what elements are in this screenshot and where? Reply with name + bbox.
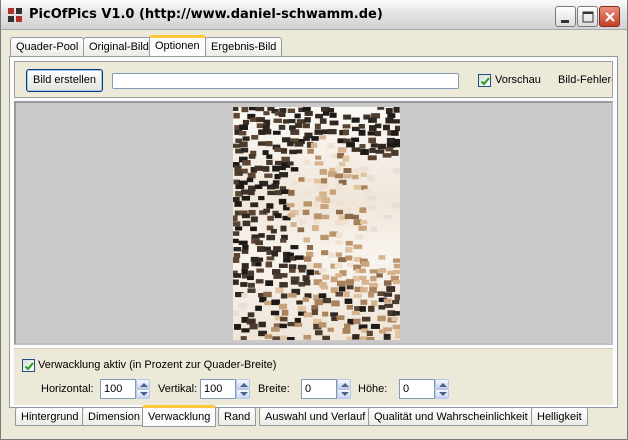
spin-up-button[interactable] — [136, 379, 150, 389]
horizontal-label: Horizontal: — [41, 383, 94, 395]
app-window: PicOfPics V1.0 (http://www.daniel-schwam… — [0, 0, 628, 440]
checkmark-icon — [480, 77, 490, 86]
spin-down-icon — [240, 392, 248, 396]
checkmark-icon — [24, 362, 34, 371]
create-image-button[interactable]: Bild erstellen — [26, 69, 103, 92]
tab-auswahl-und-verlauf[interactable]: Auswahl und Verlauf — [259, 407, 372, 426]
tab-qualitaet-und-wahrscheinlichkeit[interactable]: Qualität und Wahrscheinlichkeit — [368, 407, 534, 426]
width-spinner[interactable] — [337, 379, 351, 399]
spin-up-icon — [240, 383, 248, 387]
app-icon[interactable] — [7, 7, 23, 23]
tab-label: Auswahl und Verlauf — [265, 411, 366, 423]
jitter-settings: Verwacklung aktiv (in Prozent zur Quader… — [14, 348, 613, 405]
spin-down-button[interactable] — [337, 389, 351, 399]
tab-label: Quader-Pool — [16, 41, 79, 53]
image-error-label: Bild-Fehler-S — [558, 74, 612, 86]
tab-original-bild[interactable]: Original-Bild — [83, 37, 155, 56]
vertical-label: Vertikal: — [158, 383, 198, 395]
height-input[interactable]: 0 — [399, 379, 435, 399]
title-bar[interactable]: PicOfPics V1.0 (http://www.daniel-schwam… — [1, 0, 627, 30]
spin-up-icon — [341, 383, 349, 387]
tab-optionen[interactable]: Optionen — [149, 35, 206, 56]
width-label: Breite: — [258, 383, 290, 395]
spin-down-button[interactable] — [136, 389, 150, 399]
spin-up-button[interactable] — [337, 379, 351, 389]
spin-up-button[interactable] — [435, 379, 449, 389]
tab-quader-pool[interactable]: Quader-Pool — [10, 37, 85, 56]
spin-down-icon — [341, 392, 349, 396]
spin-down-icon — [439, 392, 447, 396]
spin-down-button[interactable] — [236, 389, 250, 399]
tab-label: Dimension — [88, 411, 140, 423]
tab-label: Original-Bild — [89, 41, 149, 53]
minimize-icon — [561, 20, 569, 23]
tab-label: Ergebnis-Bild — [211, 41, 277, 53]
toolbar: Bild erstellen Vorschau Bild-Fehler-S — [14, 61, 613, 98]
tab-ergebnis-bild[interactable]: Ergebnis-Bild — [205, 37, 283, 56]
jitter-checkbox[interactable] — [22, 359, 35, 372]
height-spinner[interactable] — [435, 379, 449, 399]
tab-hintergrund[interactable]: Hintergrund — [15, 407, 85, 426]
tab-label: Qualität und Wahrscheinlichkeit — [374, 411, 528, 423]
vertical-input[interactable]: 100 — [200, 379, 236, 399]
vertical-spinner[interactable] — [236, 379, 250, 399]
tab-rand[interactable]: Rand — [218, 407, 257, 426]
horizontal-spinner[interactable] — [136, 379, 150, 399]
mosaic-image — [233, 107, 400, 340]
spin-down-button[interactable] — [435, 389, 449, 399]
jitter-label: Verwacklung aktiv (in Prozent zur Quader… — [38, 359, 277, 371]
file-path-field[interactable] — [112, 73, 459, 89]
tab-dimension[interactable]: Dimension — [82, 407, 146, 426]
tab-label: Optionen — [155, 40, 200, 52]
maximize-icon — [582, 11, 594, 23]
tab-helligkeit[interactable]: Helligkeit — [531, 407, 588, 426]
width-input[interactable]: 0 — [301, 379, 337, 399]
spin-up-icon — [439, 383, 447, 387]
window-title: PicOfPics V1.0 (http://www.daniel-schwam… — [29, 7, 383, 22]
horizontal-input[interactable]: 100 — [100, 379, 136, 399]
preview-area — [14, 101, 613, 345]
preview-label: Vorschau — [495, 74, 541, 86]
close-icon — [605, 12, 615, 22]
preview-checkbox[interactable] — [478, 74, 491, 87]
tab-label: Verwacklung — [148, 411, 211, 423]
close-button[interactable] — [599, 6, 620, 27]
tab-verwacklung[interactable]: Verwacklung — [142, 405, 217, 427]
height-label: Höhe: — [358, 383, 388, 395]
spin-up-button[interactable] — [236, 379, 250, 389]
options-panel: Bild erstellen Vorschau Bild-Fehler-S — [9, 56, 618, 408]
minimize-button[interactable] — [555, 6, 576, 27]
maximize-button[interactable] — [577, 6, 598, 27]
spin-up-icon — [140, 383, 148, 387]
tab-label: Helligkeit — [537, 411, 582, 423]
tab-label: Rand — [224, 411, 251, 423]
mosaic-preview-image — [233, 107, 400, 340]
spin-down-icon — [140, 392, 148, 396]
tab-label: Hintergrund — [21, 411, 79, 423]
